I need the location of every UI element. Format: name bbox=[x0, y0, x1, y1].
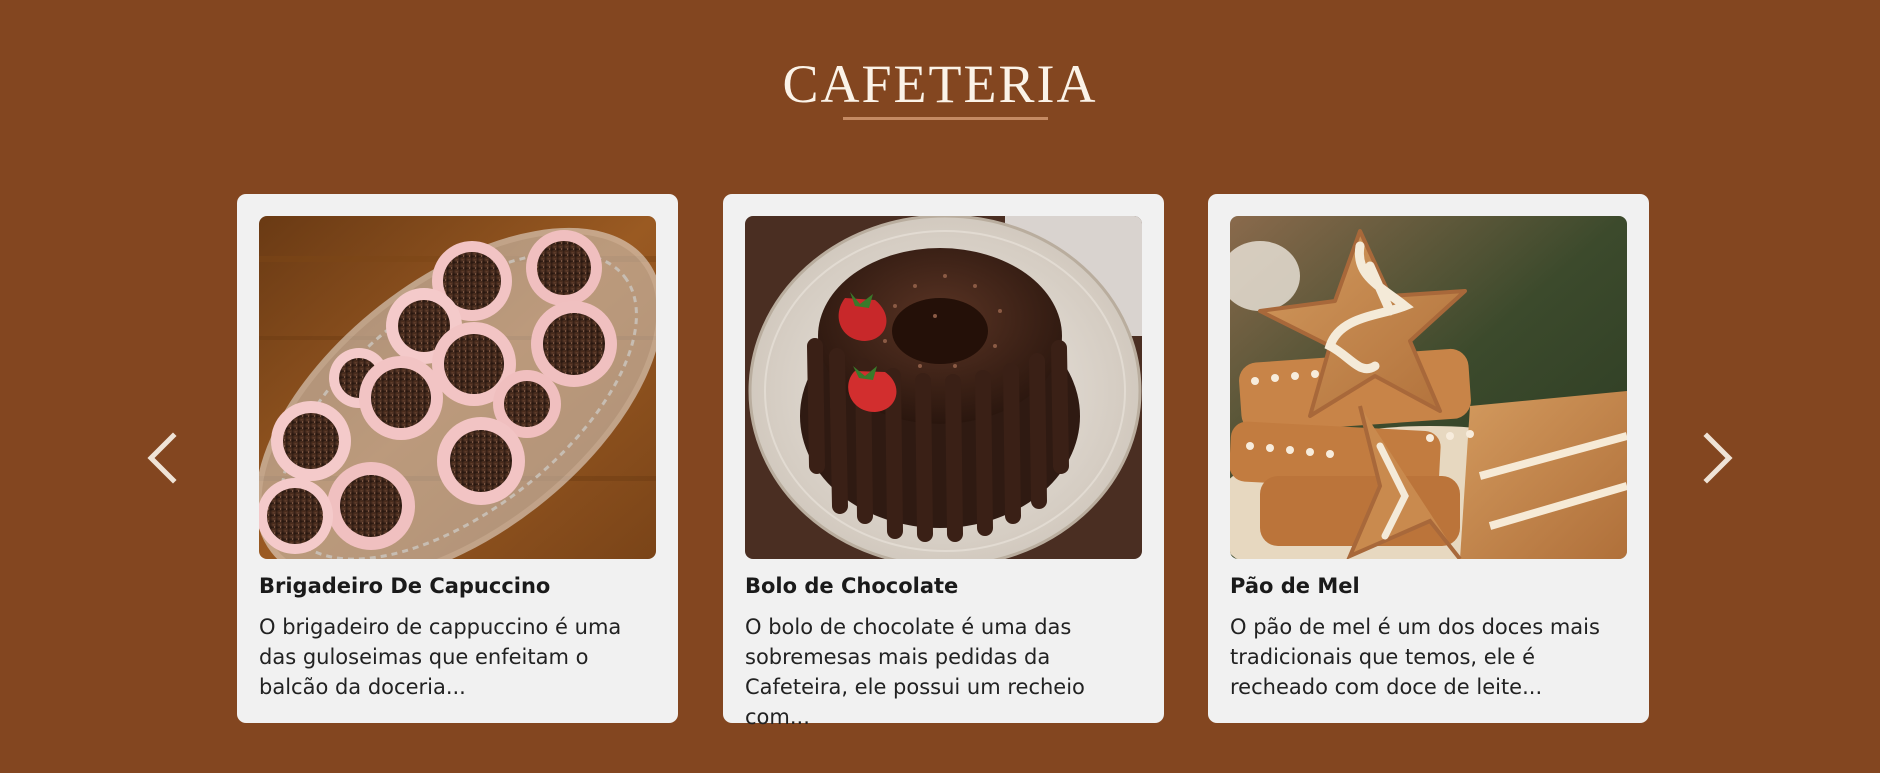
section-title: CAFETERIA bbox=[782, 54, 1098, 114]
product-card[interactable]: Pão de Mel O pão de mel é um dos doces m… bbox=[1208, 194, 1649, 723]
carousel-prev-button[interactable] bbox=[143, 430, 183, 486]
product-title: Pão de Mel bbox=[1230, 574, 1360, 598]
product-image-chocolate-cake bbox=[745, 216, 1142, 559]
product-card[interactable]: Brigadeiro De Capuccino O brigadeiro de … bbox=[237, 194, 678, 723]
product-image-brigadeiro bbox=[259, 216, 656, 559]
title-underline bbox=[843, 117, 1048, 120]
product-description: O bolo de chocolate é uma das sobremesas… bbox=[745, 615, 1085, 729]
product-image-pao-de-mel bbox=[1230, 216, 1627, 559]
product-title: Brigadeiro De Capuccino bbox=[259, 574, 551, 598]
carousel-next-button[interactable] bbox=[1697, 430, 1737, 486]
product-description: O brigadeiro de cappuccino é uma das gul… bbox=[259, 615, 622, 699]
cafeteria-section: CAFETERIA Brigadeiro De Capuccino O brig… bbox=[0, 0, 1880, 773]
product-title: Bolo de Chocolate bbox=[745, 574, 959, 598]
chevron-right-icon bbox=[1703, 432, 1733, 484]
product-description: O pão de mel é um dos doces mais tradici… bbox=[1230, 615, 1600, 699]
chevron-left-icon bbox=[147, 432, 177, 484]
product-card[interactable]: Bolo de Chocolate O bolo de chocolate é … bbox=[723, 194, 1164, 729]
